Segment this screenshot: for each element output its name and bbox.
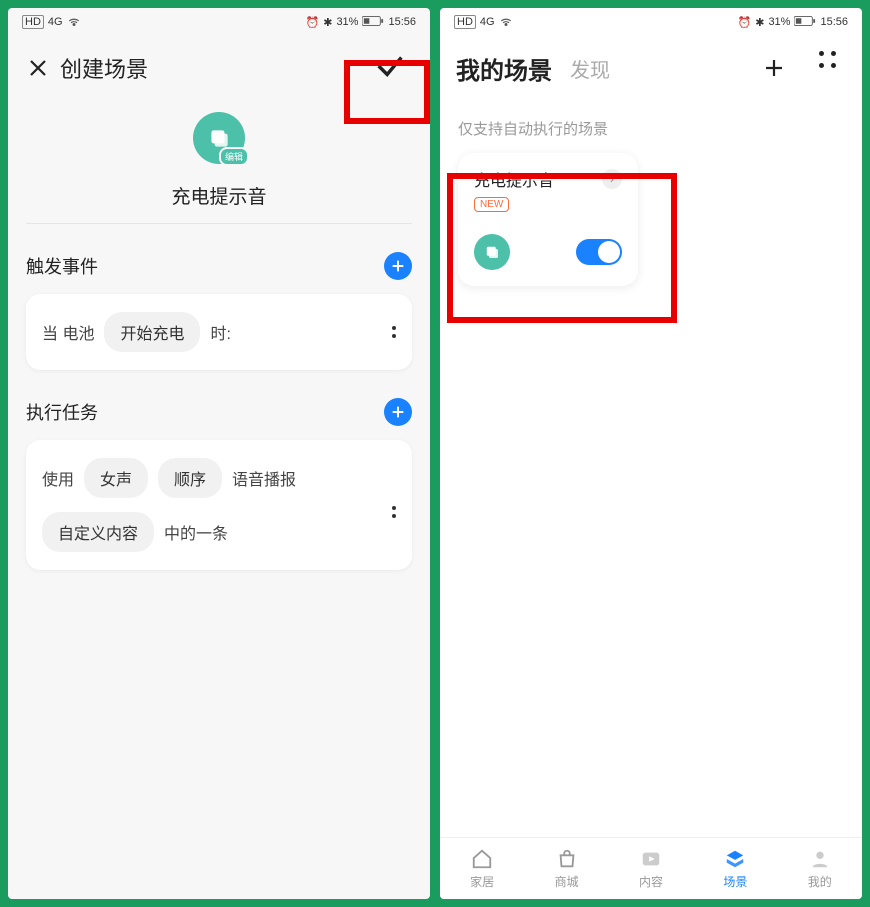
- new-badge: NEW: [474, 197, 509, 212]
- battery-pct: 31%: [768, 16, 790, 28]
- wifi-icon: [499, 14, 513, 31]
- chevron-right-icon[interactable]: ›: [602, 169, 622, 189]
- nav-mall-label: 商城: [555, 873, 579, 890]
- status-bar: HD 4G ⏰ ✱ 31% 15:56: [8, 8, 430, 36]
- bottom-nav: 家居 商城 内容 场景 我的: [440, 837, 862, 899]
- battery-icon: [794, 15, 816, 30]
- wifi-icon: [67, 14, 81, 31]
- nav-scene-label: 场景: [723, 873, 747, 890]
- discover-tab[interactable]: 发现: [570, 54, 610, 83]
- nav-scene[interactable]: 场景: [705, 847, 765, 890]
- hint-text: 仅支持自动执行的场景: [440, 96, 862, 149]
- nav-mine-label: 我的: [808, 873, 832, 890]
- content-icon: [639, 847, 663, 871]
- menu-icon[interactable]: [810, 50, 846, 86]
- chip-custom[interactable]: 自定义内容: [42, 512, 154, 552]
- chip-voice[interactable]: 女声: [84, 458, 148, 498]
- more-icon[interactable]: [392, 326, 396, 338]
- alarm-icon: ⏰: [738, 16, 752, 29]
- my-scenes-title: 我的场景: [456, 51, 552, 86]
- profile-icon: [808, 847, 832, 871]
- clock-time: 15:56: [388, 16, 416, 28]
- network-icon: 4G: [48, 16, 63, 28]
- nav-content[interactable]: 内容: [621, 847, 681, 890]
- trigger-text-before: 当 电池: [42, 320, 94, 344]
- status-bar: HD 4G ⏰ ✱ 31% 15:56: [440, 8, 862, 36]
- scene-mini-avatar: [474, 234, 510, 270]
- battery-pct: 31%: [336, 16, 358, 28]
- add-trigger-button[interactable]: [384, 252, 412, 280]
- scene-icon: [723, 847, 747, 871]
- task-tail-text: 中的一条: [164, 520, 228, 544]
- task-card[interactable]: 使用 女声 顺序 语音播报 自定义内容 中的一条: [26, 440, 412, 570]
- hd-badge: HD: [22, 15, 44, 29]
- nav-mine[interactable]: 我的: [790, 847, 850, 890]
- task-tts-text: 语音播报: [232, 466, 296, 490]
- trigger-card[interactable]: 当 电池 开始充电 时:: [26, 294, 412, 370]
- page-title: 创建场景: [60, 52, 148, 84]
- nav-home[interactable]: 家居: [452, 847, 512, 890]
- scene-card-title: 充电提示音: [474, 167, 554, 191]
- network-icon: 4G: [480, 16, 495, 28]
- trigger-text-after: 时:: [210, 320, 230, 344]
- edit-badge: 编辑: [219, 147, 249, 166]
- nav-home-label: 家居: [470, 873, 494, 890]
- battery-icon: [362, 15, 384, 30]
- home-icon: [470, 847, 494, 871]
- add-task-button[interactable]: [384, 398, 412, 426]
- task-section-title: 执行任务: [26, 399, 98, 425]
- nav-mall[interactable]: 商城: [537, 847, 597, 890]
- close-button[interactable]: [18, 48, 58, 88]
- scene-card[interactable]: 充电提示音 › NEW: [458, 153, 638, 286]
- more-icon[interactable]: [392, 506, 396, 518]
- scene-toggle[interactable]: [576, 239, 622, 265]
- bluetooth-icon: ✱: [323, 16, 332, 29]
- chip-order[interactable]: 顺序: [158, 458, 222, 498]
- hd-badge: HD: [454, 15, 476, 29]
- clock-time: 15:56: [820, 16, 848, 28]
- trigger-chip[interactable]: 开始充电: [104, 312, 200, 352]
- scene-avatar[interactable]: 编辑: [193, 112, 245, 164]
- add-scene-button[interactable]: [756, 50, 792, 86]
- confirm-button[interactable]: [356, 42, 424, 90]
- alarm-icon: ⏰: [306, 16, 320, 29]
- trigger-section-title: 触发事件: [26, 253, 98, 279]
- scene-name[interactable]: 充电提示音: [8, 182, 430, 223]
- task-use-text: 使用: [42, 466, 74, 490]
- mall-icon: [555, 847, 579, 871]
- bluetooth-icon: ✱: [755, 16, 764, 29]
- nav-content-label: 内容: [639, 873, 663, 890]
